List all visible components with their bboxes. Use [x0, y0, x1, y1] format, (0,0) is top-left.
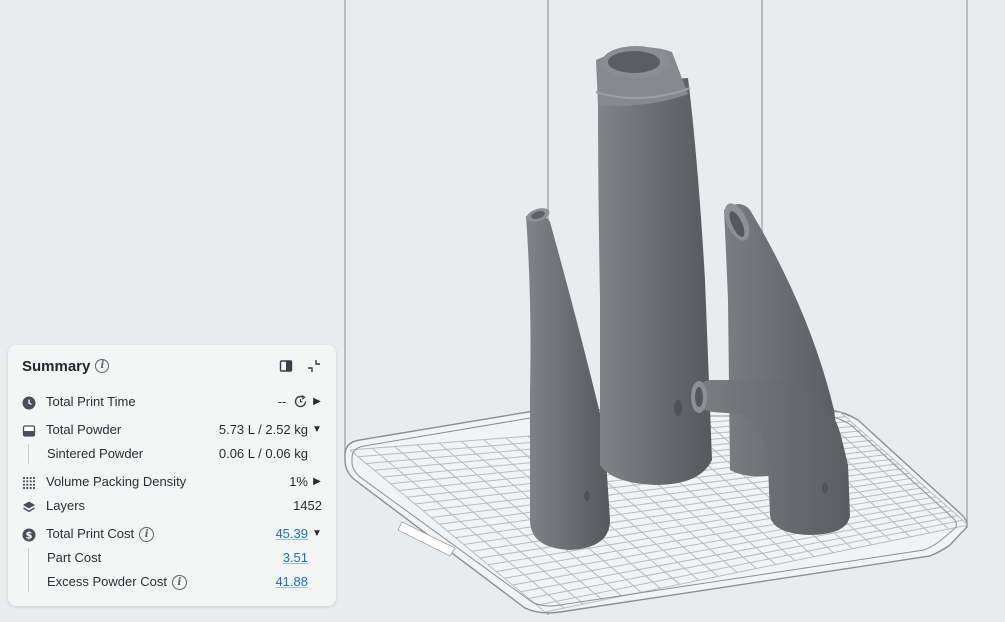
- total-print-time-value: --: [278, 391, 308, 413]
- layers-row: Layers 1452: [22, 495, 322, 517]
- volume-packing-density-row[interactable]: Volume Packing Density 1% ▶: [22, 471, 322, 493]
- volume-packing-density-label: Volume Packing Density: [46, 474, 187, 489]
- summary-header: Summary i: [22, 358, 110, 375]
- part-tall-tube[interactable]: [595, 46, 712, 485]
- total-print-cost-row[interactable]: $ Total Print Cost i 45.39 ▼: [22, 523, 322, 545]
- part-left-horn[interactable]: [525, 206, 610, 550]
- expand-arrow-down-icon[interactable]: ▼: [312, 419, 322, 441]
- part-cost-row: Part Cost 3.51: [22, 547, 322, 569]
- info-icon[interactable]: i: [95, 359, 110, 374]
- expand-arrow-down-icon[interactable]: ▼: [312, 523, 322, 545]
- expand-arrow-right-icon[interactable]: ▶: [312, 471, 322, 493]
- layers-label: Layers: [46, 498, 86, 513]
- sintered-powder-row: Sintered Powder 0.06 L / 0.06 kg: [22, 443, 322, 465]
- powder-icon: [22, 423, 36, 437]
- total-print-time-label: Total Print Time: [46, 394, 136, 409]
- layers-icon: [22, 499, 36, 513]
- part-cost-value[interactable]: 3.51: [283, 547, 308, 569]
- refresh-icon[interactable]: [293, 394, 308, 409]
- total-print-cost-label: Total Print Cost i: [46, 523, 155, 545]
- sintered-powder-value: 0.06 L / 0.06 kg: [218, 446, 308, 461]
- total-powder-label: Total Powder: [46, 422, 122, 437]
- expand-arrow-right-icon[interactable]: ▶: [312, 391, 322, 413]
- summary-title: Summary: [22, 358, 91, 375]
- total-powder-value: 5.73 L / 2.52 kg: [218, 422, 308, 437]
- layers-value: 1452: [293, 498, 322, 513]
- excess-powder-cost-label: Excess Powder Cost i: [47, 571, 187, 593]
- volume-packing-density-value: 1%: [289, 474, 308, 489]
- svg-text:$: $: [26, 531, 33, 542]
- part-cost-label: Part Cost: [47, 550, 102, 565]
- total-print-cost-value[interactable]: 45.39: [275, 523, 308, 545]
- total-print-time-row[interactable]: Total Print Time -- ▶: [22, 391, 322, 413]
- dollar-icon: $: [22, 527, 36, 542]
- dock-panel-icon[interactable]: [278, 358, 294, 374]
- excess-powder-cost-value[interactable]: 41.88: [275, 571, 308, 593]
- sintered-powder-label: Sintered Powder: [47, 446, 144, 461]
- collapse-icon[interactable]: [306, 358, 322, 374]
- info-icon[interactable]: i: [139, 527, 155, 543]
- total-powder-row[interactable]: Total Powder 5.73 L / 2.52 kg ▼: [22, 419, 322, 441]
- info-icon[interactable]: i: [171, 575, 187, 591]
- clock-icon: [22, 395, 36, 410]
- summary-panel: Summary i Total Print Time -- ▶ Total Pow…: [8, 345, 336, 606]
- excess-powder-cost-row: Excess Powder Cost i 41.88: [22, 571, 322, 593]
- dots-grid-icon: [22, 475, 36, 490]
